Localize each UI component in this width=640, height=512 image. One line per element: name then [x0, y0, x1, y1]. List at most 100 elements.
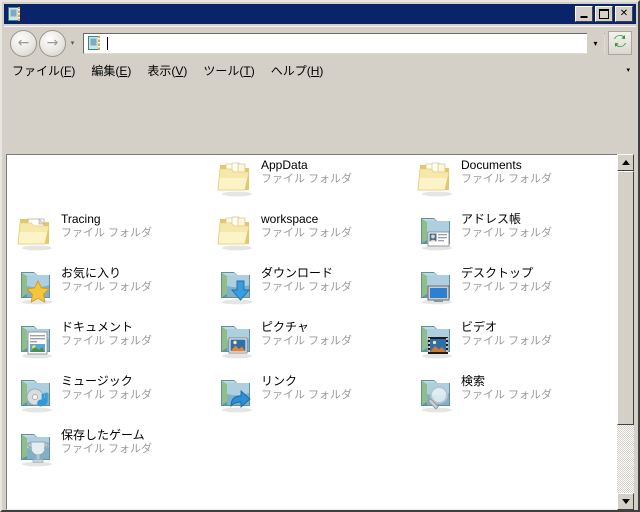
file-item[interactable]: お気に入り ファイル フォルダ — [15, 263, 205, 311]
scroll-up-button[interactable] — [617, 154, 634, 171]
folder-savedgames-icon — [15, 427, 55, 467]
file-item[interactable]: アドレス帳 ファイル フォルダ — [415, 209, 605, 257]
folder-contacts-icon — [415, 211, 455, 251]
file-item-type: ファイル フォルダ — [261, 281, 353, 293]
file-item-labels: デスクトップ ファイル フォルダ — [461, 267, 552, 294]
file-item[interactable]: 保存したゲーム ファイル フォルダ — [15, 425, 205, 473]
file-item[interactable]: デスクトップ ファイル フォルダ — [415, 263, 605, 311]
file-item-type: ファイル フォルダ — [61, 281, 153, 293]
file-item-name: リンク — [261, 375, 298, 388]
folder-links-icon — [215, 373, 255, 413]
back-button[interactable]: ← — [10, 29, 37, 57]
back-arrow-icon: ← — [17, 35, 30, 51]
navigation-bar: ← → ▾ ▾ — [4, 26, 636, 59]
address-dropdown-button[interactable]: ▾ — [587, 32, 604, 54]
file-item-labels: workspace ファイル フォルダ — [261, 213, 352, 240]
file-item-type: ファイル フォルダ — [61, 389, 153, 401]
file-item-labels: Documents ファイル フォルダ — [461, 159, 552, 186]
scroll-down-button[interactable] — [617, 493, 634, 510]
folder-mydocs-icon — [15, 319, 55, 359]
file-item-name: ドキュメント — [61, 321, 134, 334]
file-item-name: ダウンロード — [261, 267, 334, 280]
triangle-down-icon — [621, 499, 630, 504]
file-item-labels: AppData ファイル フォルダ — [261, 159, 352, 186]
menu-file[interactable]: ファイル(F) — [4, 60, 83, 81]
file-item-labels: ピクチャ ファイル フォルダ — [261, 321, 352, 348]
file-item-type: ファイル フォルダ — [461, 335, 553, 347]
file-item-type: ファイル フォルダ — [61, 443, 153, 455]
vertical-scrollbar[interactable] — [617, 154, 634, 510]
file-item-labels: 検索 ファイル フォルダ — [461, 375, 552, 402]
close-button[interactable]: ✕ — [615, 6, 633, 22]
menu-edit[interactable]: 編集(E) — [83, 60, 139, 81]
file-item[interactable]: Tracing ファイル フォルダ — [15, 209, 205, 257]
file-item-labels: ドキュメント ファイル フォルダ — [61, 321, 152, 348]
file-item[interactable]: リンク ファイル フォルダ — [215, 371, 405, 419]
file-item-name: ビデオ — [461, 321, 498, 334]
folder-documents-icon — [215, 157, 255, 197]
file-item[interactable]: ミュージック ファイル フォルダ — [15, 371, 205, 419]
file-item-name: アドレス帳 — [461, 213, 522, 226]
icon-grid: AppData ファイル フォルダ Documents ファイル フォルダ Tracin… — [7, 155, 617, 509]
folder-favorites-icon — [15, 265, 55, 305]
folder-downloads-icon — [215, 265, 255, 305]
folder-pictures-icon — [215, 319, 255, 359]
file-item-type: ファイル フォルダ — [461, 173, 553, 185]
file-item-type: ファイル フォルダ — [261, 173, 353, 185]
title-bar: ✕ — [4, 4, 636, 24]
file-item-type: ファイル フォルダ — [61, 227, 153, 239]
file-item-type: ファイル フォルダ — [261, 389, 353, 401]
file-item-name: 保存したゲーム — [61, 429, 145, 442]
text-cursor — [107, 36, 108, 50]
file-item-name: Documents — [461, 159, 522, 172]
folder-documents-icon — [215, 211, 255, 251]
file-item-labels: ビデオ ファイル フォルダ — [461, 321, 552, 348]
file-item[interactable]: workspace ファイル フォルダ — [215, 209, 405, 257]
file-item-name: 検索 — [461, 375, 486, 388]
folder-desktop-icon — [415, 265, 455, 305]
window-controls: ✕ — [575, 6, 633, 22]
file-item-type: ファイル フォルダ — [461, 389, 553, 401]
refresh-button[interactable] — [608, 31, 632, 55]
folder-window-icon — [6, 6, 22, 22]
file-item-labels: ミュージック ファイル フォルダ — [61, 375, 152, 402]
file-item-labels: 保存したゲーム ファイル フォルダ — [61, 429, 152, 456]
file-item-type: ファイル フォルダ — [461, 227, 553, 239]
file-item-type: ファイル フォルダ — [461, 281, 553, 293]
minimize-button[interactable] — [575, 6, 593, 22]
menu-tools[interactable]: ツール(T) — [195, 60, 262, 81]
menu-overflow-chevron-down-icon[interactable]: ▾ — [626, 67, 630, 74]
file-item[interactable]: AppData ファイル フォルダ — [215, 155, 405, 203]
history-dropdown-button[interactable]: ▾ — [67, 40, 78, 47]
file-item-name: ミュージック — [61, 375, 133, 388]
forward-button[interactable]: → — [39, 29, 66, 57]
folder-videos-icon — [415, 319, 455, 359]
folder-music-icon — [15, 373, 55, 413]
toolbar-strip — [4, 81, 636, 153]
folder-documents-icon — [415, 157, 455, 197]
file-item-name: お気に入り — [61, 267, 122, 280]
file-item[interactable]: ダウンロード ファイル フォルダ — [215, 263, 405, 311]
file-item-name: AppData — [261, 159, 308, 172]
file-list-pane[interactable]: AppData ファイル フォルダ Documents ファイル フォルダ Tracin… — [6, 154, 634, 510]
maximize-button[interactable] — [595, 6, 613, 22]
file-item[interactable]: Documents ファイル フォルダ — [415, 155, 605, 203]
file-item-labels: お気に入り ファイル フォルダ — [61, 267, 152, 294]
file-item[interactable]: ピクチャ ファイル フォルダ — [215, 317, 405, 365]
menu-help[interactable]: ヘルプ(H) — [263, 60, 332, 81]
forward-arrow-icon: → — [46, 35, 59, 51]
file-item-type: ファイル フォルダ — [61, 335, 153, 347]
menu-bar: ファイル(F) 編集(E) 表示(V) ツール(T) ヘルプ(H) ▾ — [4, 60, 636, 80]
refresh-icon — [612, 33, 628, 54]
file-item[interactable]: ドキュメント ファイル フォルダ — [15, 317, 205, 365]
address-folder-icon — [86, 35, 102, 51]
address-bar[interactable]: ▾ — [83, 32, 605, 54]
file-item-labels: ダウンロード ファイル フォルダ — [261, 267, 352, 294]
file-item-labels: アドレス帳 ファイル フォルダ — [461, 213, 552, 240]
file-item-labels: リンク ファイル フォルダ — [261, 375, 352, 402]
menu-view[interactable]: 表示(V) — [139, 60, 195, 81]
file-item[interactable]: 検索 ファイル フォルダ — [415, 371, 605, 419]
file-item[interactable]: ビデオ ファイル フォルダ — [415, 317, 605, 365]
scrollbar-thumb[interactable] — [617, 171, 634, 426]
folder-page-icon — [15, 211, 55, 251]
